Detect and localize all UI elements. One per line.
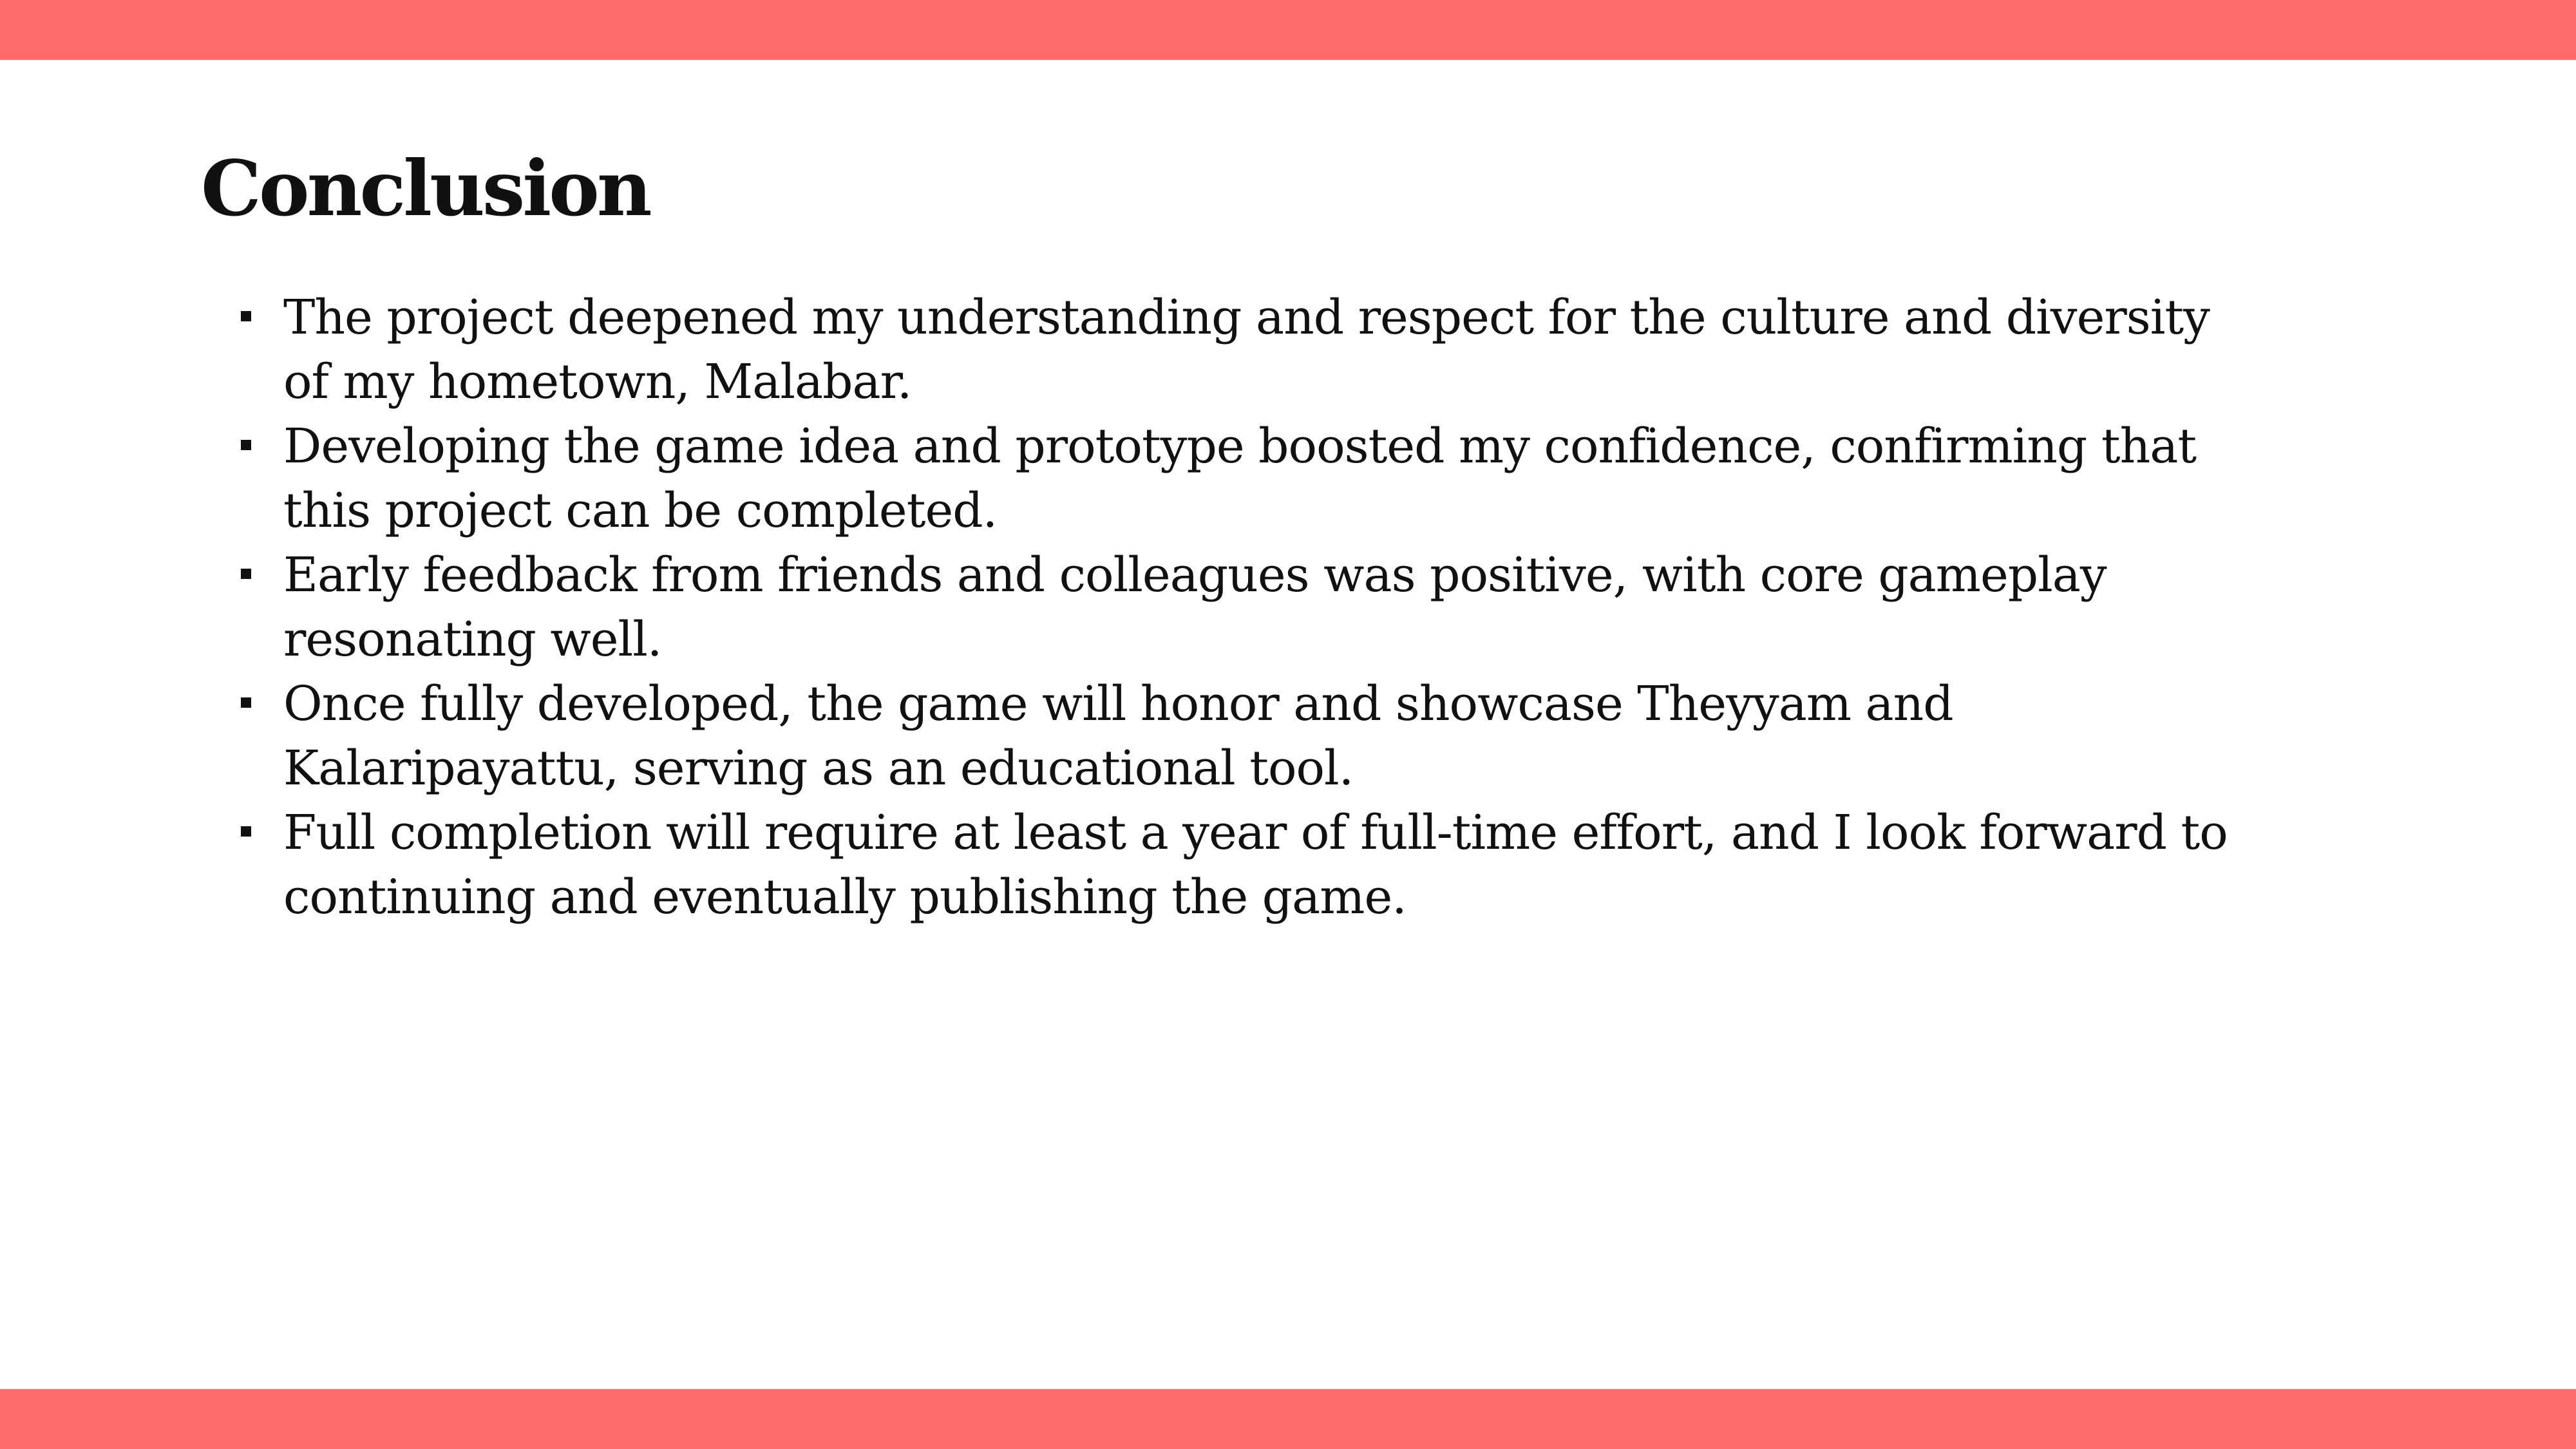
bullet-text: Early feedback from friends and colleagu… xyxy=(283,547,2107,667)
top-accent-band xyxy=(0,0,2576,60)
bullet-item: Developing the game idea and prototype b… xyxy=(241,414,2241,543)
bullet-item: Full completion will require at least a … xyxy=(241,800,2241,929)
square-bullet-icon xyxy=(241,826,251,837)
bullet-item: Once fully developed, the game will hono… xyxy=(241,672,2241,800)
square-bullet-icon xyxy=(241,569,251,579)
bullet-list: The project deepened my understanding an… xyxy=(241,285,2241,929)
square-bullet-icon xyxy=(241,697,251,708)
square-bullet-icon xyxy=(241,311,251,321)
bullet-text: Once fully developed, the game will hono… xyxy=(283,676,1954,796)
slide: Conclusion The project deepened my under… xyxy=(0,0,2576,1449)
bottom-accent-band xyxy=(0,1389,2576,1449)
square-bullet-icon xyxy=(241,440,251,450)
slide-title: Conclusion xyxy=(201,144,652,233)
bullet-text: Full completion will require at least a … xyxy=(283,805,2228,925)
bullet-item: Early feedback from friends and colleagu… xyxy=(241,543,2241,672)
bullet-text: The project deepened my understanding an… xyxy=(283,290,2210,410)
bullet-text: Developing the game idea and prototype b… xyxy=(283,419,2197,538)
bullet-item: The project deepened my understanding an… xyxy=(241,285,2241,414)
